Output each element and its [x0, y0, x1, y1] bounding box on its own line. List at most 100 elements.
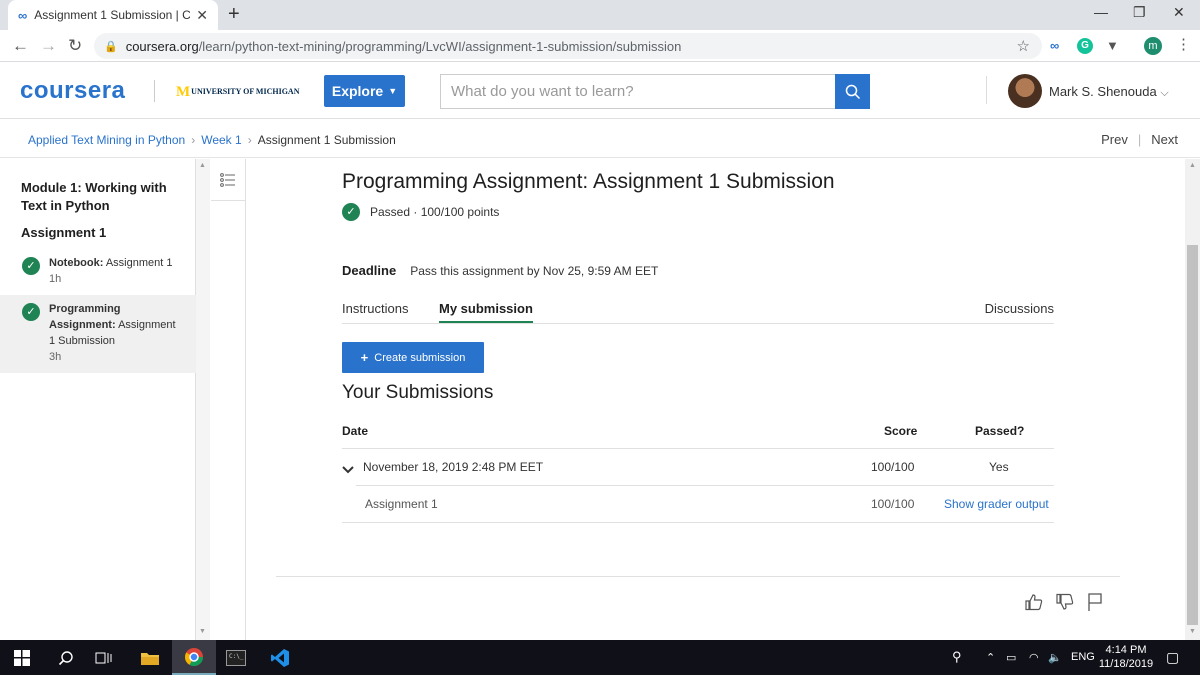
user-avatar[interactable]	[1008, 74, 1042, 108]
list-icon	[220, 172, 235, 187]
show-hidden-icons-icon[interactable]: ⌃	[986, 651, 995, 664]
submission-score: 100/100	[871, 460, 915, 474]
close-window-icon[interactable]: ✕	[1173, 4, 1185, 21]
next-link[interactable]: Next	[1151, 132, 1178, 147]
breadcrumb-week-link[interactable]: Week 1	[201, 133, 241, 147]
terminal-icon[interactable]: C:\_	[214, 640, 258, 675]
explore-button[interactable]: Explore ▼	[324, 75, 405, 107]
url-host: coursera.org	[125, 38, 199, 54]
people-icon[interactable]: ⚲	[952, 649, 962, 665]
search-icon	[845, 84, 860, 99]
scroll-up-icon[interactable]: ▲	[199, 162, 206, 169]
completed-check-icon: ✓	[22, 257, 40, 275]
lock-icon: 🔒	[104, 40, 118, 53]
tab-discussions[interactable]: Discussions	[985, 301, 1054, 316]
submissions-heading: Your Submissions	[342, 382, 494, 403]
windows-start-icon[interactable]	[0, 640, 44, 675]
header-divider	[154, 80, 155, 102]
search-button[interactable]	[835, 74, 870, 109]
prev-next-divider: |	[1137, 132, 1142, 147]
toggle-outline-button[interactable]	[211, 159, 246, 201]
chrome-taskbar-icon[interactable]	[172, 640, 216, 675]
address-bar[interactable]: 🔒 coursera.org/learn/python-text-mining/…	[94, 33, 1042, 59]
breadcrumb-course-link[interactable]: Applied Text Mining in Python	[28, 133, 185, 147]
coursera-logo[interactable]: coursera	[20, 77, 125, 105]
forward-arrow-icon[interactable]: →	[40, 36, 57, 56]
scrollbar-thumb[interactable]	[1187, 245, 1198, 625]
browser-tab-strip: ∞ Assignment 1 Submission | Coursera ✕ +…	[0, 0, 1200, 30]
browser-menu-icon[interactable]: ⋮	[1176, 35, 1191, 53]
status-badge: ✓ Passed · 100/100 points	[342, 203, 499, 221]
close-tab-icon[interactable]: ✕	[196, 7, 208, 24]
scroll-down-icon[interactable]: ▼	[199, 628, 206, 635]
footer-divider	[276, 576, 1120, 577]
assignment-tabs: Instructions My submission Discussions	[342, 301, 1054, 324]
content-divider	[245, 159, 246, 640]
sidebar-item-notebook[interactable]: ✓ Notebook: Assignment 1 1h	[0, 253, 196, 291]
passed-check-icon: ✓	[342, 203, 360, 221]
table-divider	[356, 485, 1054, 486]
scroll-up-icon[interactable]: ▲	[1189, 162, 1196, 169]
column-header-passed: Passed?	[975, 424, 1025, 438]
browser-toolbar: ← → ↻ 🔒 coursera.org/learn/python-text-m…	[0, 30, 1200, 62]
user-divider	[986, 76, 987, 104]
reload-icon[interactable]: ↻	[68, 36, 82, 56]
bookmark-star-icon[interactable]: ☆	[1017, 37, 1030, 55]
file-explorer-icon[interactable]	[128, 640, 172, 675]
battery-icon[interactable]: ▭	[1006, 651, 1016, 664]
scroll-down-icon[interactable]: ▼	[1189, 628, 1196, 635]
url-path: /learn/python-text-mining/programming/Lv…	[198, 38, 682, 54]
module-title[interactable]: Module 1: Working with Text in Python	[21, 179, 181, 215]
chevron-down-icon: ⌵	[1160, 87, 1169, 99]
taskbar-clock[interactable]: 4:14 PM 11/18/2019	[1096, 643, 1156, 671]
svg-text:C:\_: C:\_	[229, 653, 244, 660]
table-divider	[342, 448, 1054, 449]
page-scrollbar[interactable]: ▲ ▼	[1185, 159, 1200, 640]
university-logo[interactable]: MUNIVERSITY OF MICHIGAN	[176, 84, 299, 101]
tab-instructions[interactable]: Instructions	[342, 301, 408, 316]
language-indicator[interactable]: ENG	[1071, 651, 1095, 663]
back-arrow-icon[interactable]: ←	[12, 36, 29, 56]
course-sidebar: Module 1: Working with Text in Python As…	[0, 159, 210, 640]
search-input[interactable]: What do you want to learn?	[440, 74, 836, 109]
coursera-extension-icon[interactable]: ∞	[1050, 38, 1059, 53]
volume-icon[interactable]: 🔈	[1048, 651, 1062, 664]
notifications-icon[interactable]: ▢	[1166, 649, 1179, 666]
thumbs-down-icon[interactable]	[1055, 592, 1075, 617]
vscode-icon[interactable]	[258, 640, 302, 675]
sidebar-item-programming-assignment[interactable]: ✓ Programming Assignment: Assignment 1 S…	[0, 295, 196, 373]
task-view-icon[interactable]	[82, 640, 126, 675]
breadcrumb: Applied Text Mining in Python › Week 1 › Ass…	[0, 120, 1200, 158]
chevron-down-icon[interactable]	[342, 462, 354, 480]
minimize-window-icon[interactable]: —	[1094, 4, 1108, 20]
breadcrumb-current: Assignment 1 Submission	[257, 133, 396, 147]
browser-tab[interactable]: ∞ Assignment 1 Submission | Coursera ✕	[8, 0, 218, 30]
create-submission-button[interactable]: + Create submission	[342, 342, 484, 373]
wifi-icon[interactable]: ◠	[1029, 651, 1039, 664]
windows-taskbar: C:\_ ⚲ ⌃ ▭ ◠ 🔈 ENG 4:14 PM 11/18/2019 ▢	[0, 640, 1200, 675]
flag-icon[interactable]	[1087, 592, 1103, 617]
browser-tab-title: Assignment 1 Submission | Coursera	[34, 8, 191, 22]
grammarly-extension-icon[interactable]: G	[1077, 38, 1093, 54]
user-menu[interactable]: Mark S. Shenouda ⌵	[1049, 84, 1169, 100]
new-tab-button[interactable]: +	[228, 3, 240, 26]
deadline: Deadline Pass this assignment by Nov 25, …	[342, 263, 658, 278]
deadline-value: Pass this assignment by Nov 25, 9:59 AM …	[410, 264, 659, 278]
prev-link[interactable]: Prev	[1101, 132, 1128, 147]
deadline-label: Deadline	[342, 263, 397, 278]
part-name: Assignment 1	[365, 497, 438, 511]
show-grader-output-link[interactable]: Show grader output	[944, 497, 1049, 511]
profile-avatar[interactable]: m	[1144, 37, 1162, 55]
section-title: Assignment 1	[21, 225, 107, 240]
table-divider	[342, 522, 1054, 523]
sidebar-scrollbar[interactable]: ▲ ▼	[196, 159, 210, 640]
filter-extension-icon[interactable]: ▼	[1106, 38, 1119, 53]
tab-my-submission[interactable]: My submission	[439, 301, 533, 323]
submission-date[interactable]: November 18, 2019 2:48 PM EET	[363, 460, 543, 474]
completed-check-icon: ✓	[22, 303, 40, 321]
page-title: Programming Assignment: Assignment 1 Sub…	[342, 170, 835, 193]
restore-window-icon[interactable]: ❐	[1133, 4, 1146, 21]
thumbs-up-icon[interactable]	[1024, 592, 1044, 617]
chevron-down-icon: ▼	[388, 86, 398, 96]
coursera-favicon-icon: ∞	[18, 7, 27, 23]
